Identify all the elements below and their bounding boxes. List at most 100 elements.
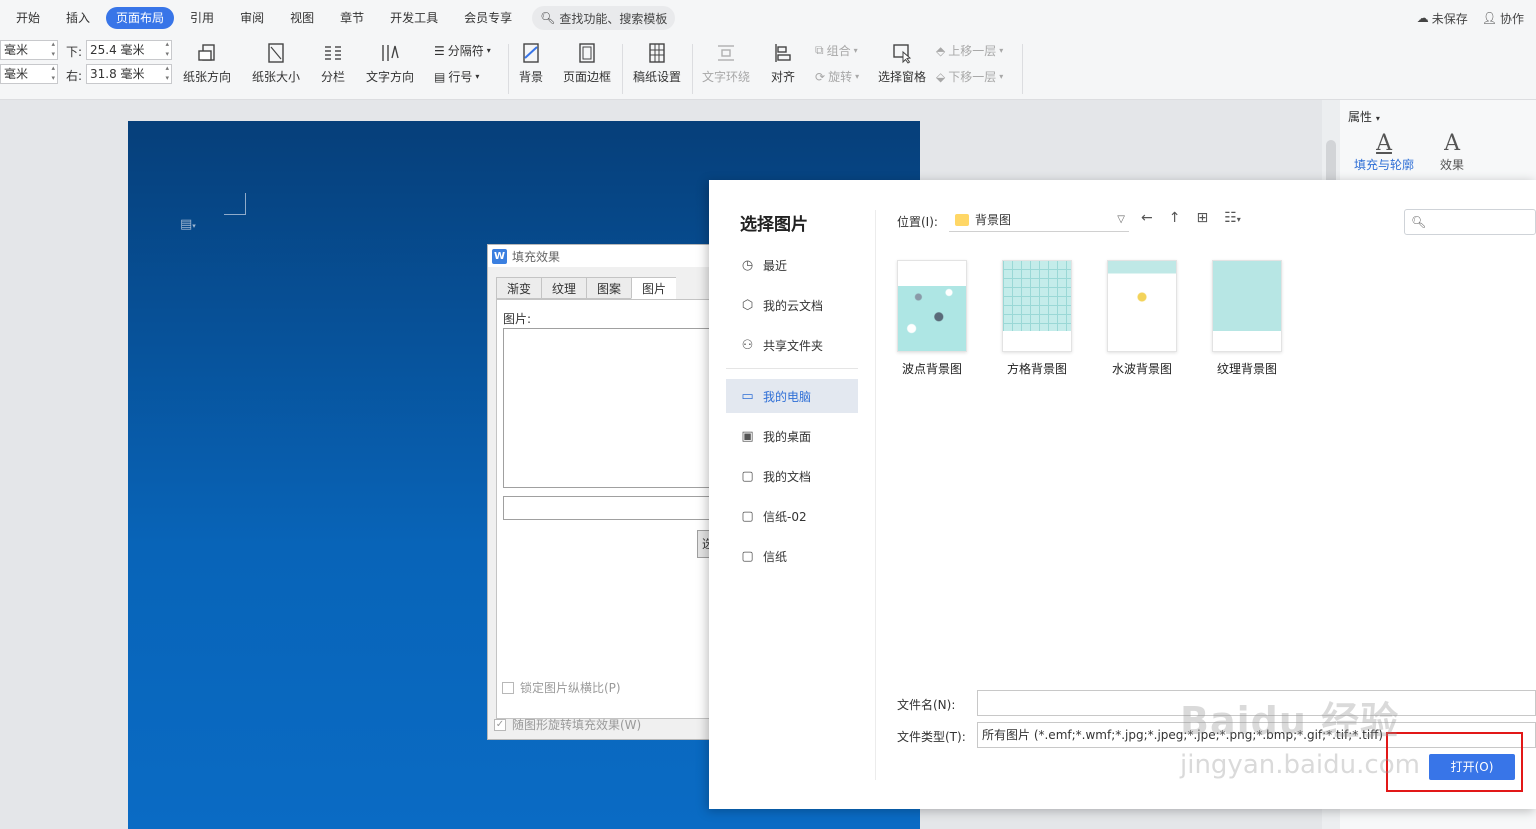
tab-picture[interactable]: 图片 [631, 277, 677, 299]
text-direction-button[interactable]: 文字方向 [366, 42, 414, 85]
chevron-down-icon: ▽ [1117, 214, 1125, 225]
rotate-with-shape-label: 随图形旋转填充效果(W) [512, 718, 642, 732]
tab-chapter[interactable]: 章节 [330, 7, 374, 29]
menu-tab-bar: 开始 插入 页面布局 引用 审阅 视图 章节 开发工具 会员专享 🔍︎ 查找功能… [0, 0, 1536, 36]
tab-member[interactable]: 会员专享 [454, 7, 522, 29]
line-numbers-button[interactable]: ▤ 行号 ▾ [434, 68, 479, 85]
columns-icon [325, 46, 341, 60]
picture-name-field [503, 496, 729, 520]
rotate-with-shape-checkbox[interactable]: ✓ 随图形旋转填充效果(W) [494, 716, 641, 733]
tab-view[interactable]: 视图 [280, 7, 324, 29]
bring-forward-button[interactable]: ⬘ 上移一层 ▾ [936, 42, 1003, 59]
location-label: 位置(I): [897, 215, 938, 229]
line-numbers-label: 行号 [448, 70, 473, 84]
file-search-input[interactable]: 🔍︎ [1404, 209, 1536, 235]
nav-letter[interactable]: ▢ 信纸 [726, 539, 858, 573]
tab-developer[interactable]: 开发工具 [380, 7, 448, 29]
align-button[interactable]: 对齐 [771, 42, 795, 85]
fill-dialog-tabs: 渐变 纹理 图案 图片 [496, 277, 677, 299]
thumbnail-image [897, 260, 967, 352]
paper-size-button[interactable]: 纸张大小 [252, 42, 300, 85]
ribbon-divider [508, 44, 509, 94]
tab-texture[interactable]: 纹理 [541, 277, 587, 299]
margin-bottom-spinner[interactable]: 25.4 毫米 [86, 39, 172, 60]
font-a-icon: A [1376, 131, 1392, 156]
tab-pattern[interactable]: 图案 [586, 277, 632, 299]
search-icon: 🔍︎ [1411, 215, 1427, 229]
margin-corner-mark [224, 193, 246, 215]
fill-dialog-titlebar[interactable]: W 填充效果 [488, 245, 726, 267]
collab-label: 协作 [1499, 11, 1524, 26]
up-arrow-icon[interactable]: ↑ [1169, 210, 1181, 226]
ribbon-divider [692, 44, 693, 94]
cube-icon: ⬡ [741, 297, 754, 313]
nav-my-computer[interactable]: ▭ 我的电脑 [726, 379, 858, 413]
orientation-button[interactable]: 纸张方向 [183, 42, 231, 85]
tab-insert[interactable]: 插入 [56, 7, 100, 29]
collab-button[interactable]: 👤︎ 协作 [1482, 10, 1524, 27]
folder-icon [955, 213, 969, 226]
margin-right-spinner[interactable]: 31.8 毫米 [86, 63, 172, 84]
unsaved-button[interactable]: ☁ 未保存 [1417, 10, 1468, 27]
thumbnail-wave-background[interactable]: 水波背景图 [1099, 260, 1185, 377]
nav-my-documents[interactable]: ▢ 我的文档 [726, 459, 858, 493]
group-label: 组合 [826, 44, 851, 58]
chevron-down-icon: ▾ [855, 72, 860, 81]
nav-letter-02[interactable]: ▢ 信纸-02 [726, 499, 858, 533]
chevron-down-icon: ▾ [475, 72, 480, 81]
paragraph-icon[interactable]: ▤▾ [180, 217, 196, 232]
tab-home[interactable]: 开始 [6, 7, 50, 29]
thumbnail-grid-background[interactable]: 方格背景图 [994, 260, 1080, 377]
group-button[interactable]: ⧉ 组合 ▾ [815, 42, 858, 59]
text-wrap-button[interactable]: 文字环绕 [702, 42, 750, 85]
thumbnail-caption: 波点背景图 [901, 362, 962, 376]
tab-references[interactable]: 引用 [180, 7, 224, 29]
orientation-label: 纸张方向 [183, 70, 232, 84]
nav-cloud-docs[interactable]: ⬡ 我的云文档 [726, 288, 858, 322]
margin-top-spinner[interactable]: 毫米 [0, 39, 58, 60]
nav-shared-folder[interactable]: ⚇ 共享文件夹 [726, 328, 858, 362]
effects-label: 效果 [1440, 158, 1465, 172]
nav-my-computer-label: 我的电脑 [763, 389, 812, 404]
location-select[interactable]: 背景图 ▽ [949, 208, 1129, 232]
picture-preview [503, 328, 729, 488]
selection-pane-button[interactable]: 选择窗格 [878, 42, 926, 85]
new-folder-icon[interactable]: ⊞ [1196, 210, 1208, 226]
checkmark-icon: ✓ [494, 718, 506, 731]
rotate-icon: ⟳ [815, 69, 826, 84]
feature-search[interactable]: 🔍︎ 查找功能、搜索模板 [532, 6, 676, 30]
effects-tab[interactable]: A 效果 [1440, 132, 1464, 173]
orientation-icon [198, 44, 215, 61]
picker-title: 选择图片 [740, 215, 808, 235]
back-arrow-icon[interactable]: ← [1141, 210, 1153, 226]
checkbox-box [502, 681, 514, 694]
breaks-button[interactable]: ☰ 分隔符 ▾ [434, 42, 491, 59]
view-mode-icon[interactable]: ☷▾ [1224, 210, 1241, 226]
tab-review[interactable]: 审阅 [230, 7, 274, 29]
chevron-down-icon: ▾ [853, 46, 858, 55]
picker-divider [875, 210, 876, 780]
bring-forward-icon: ⬘ [936, 43, 946, 58]
nav-desktop[interactable]: ▣ 我的桌面 [726, 419, 858, 453]
page-border-icon [579, 43, 595, 63]
lock-aspect-checkbox[interactable]: 锁定图片纵横比(P) [502, 679, 621, 696]
page-border-button[interactable]: 页面边框 [563, 42, 611, 85]
unsaved-label: 未保存 [1431, 11, 1468, 26]
bring-forward-label: 上移一层 [948, 44, 997, 58]
columns-button[interactable]: 分栏 [321, 42, 345, 85]
selection-pane-icon [893, 44, 912, 64]
margin-left-spinner[interactable]: 毫米 [0, 63, 58, 84]
fill-outline-tab[interactable]: A 填充与轮廓 [1354, 132, 1414, 173]
thumbnail-texture-background[interactable]: 纹理背景图 [1204, 260, 1290, 377]
text-direction-icon [382, 45, 399, 61]
background-button[interactable]: 背景 [519, 42, 543, 85]
nav-recent[interactable]: ◷ 最近 [726, 248, 858, 282]
rotate-button[interactable]: ⟳ 旋转 ▾ [815, 68, 859, 85]
tab-gradient[interactable]: 渐变 [496, 277, 542, 299]
manuscript-settings-button[interactable]: 稿纸设置 [633, 42, 681, 85]
monitor-icon: ▭ [741, 388, 754, 404]
tab-page-layout[interactable]: 页面布局 [106, 7, 175, 29]
thumbnail-dot-background[interactable]: 波点背景图 [889, 260, 975, 377]
send-backward-button[interactable]: ⬙ 下移一层 ▾ [936, 68, 1003, 85]
properties-title[interactable]: 属性 ▾ [1348, 108, 1380, 125]
